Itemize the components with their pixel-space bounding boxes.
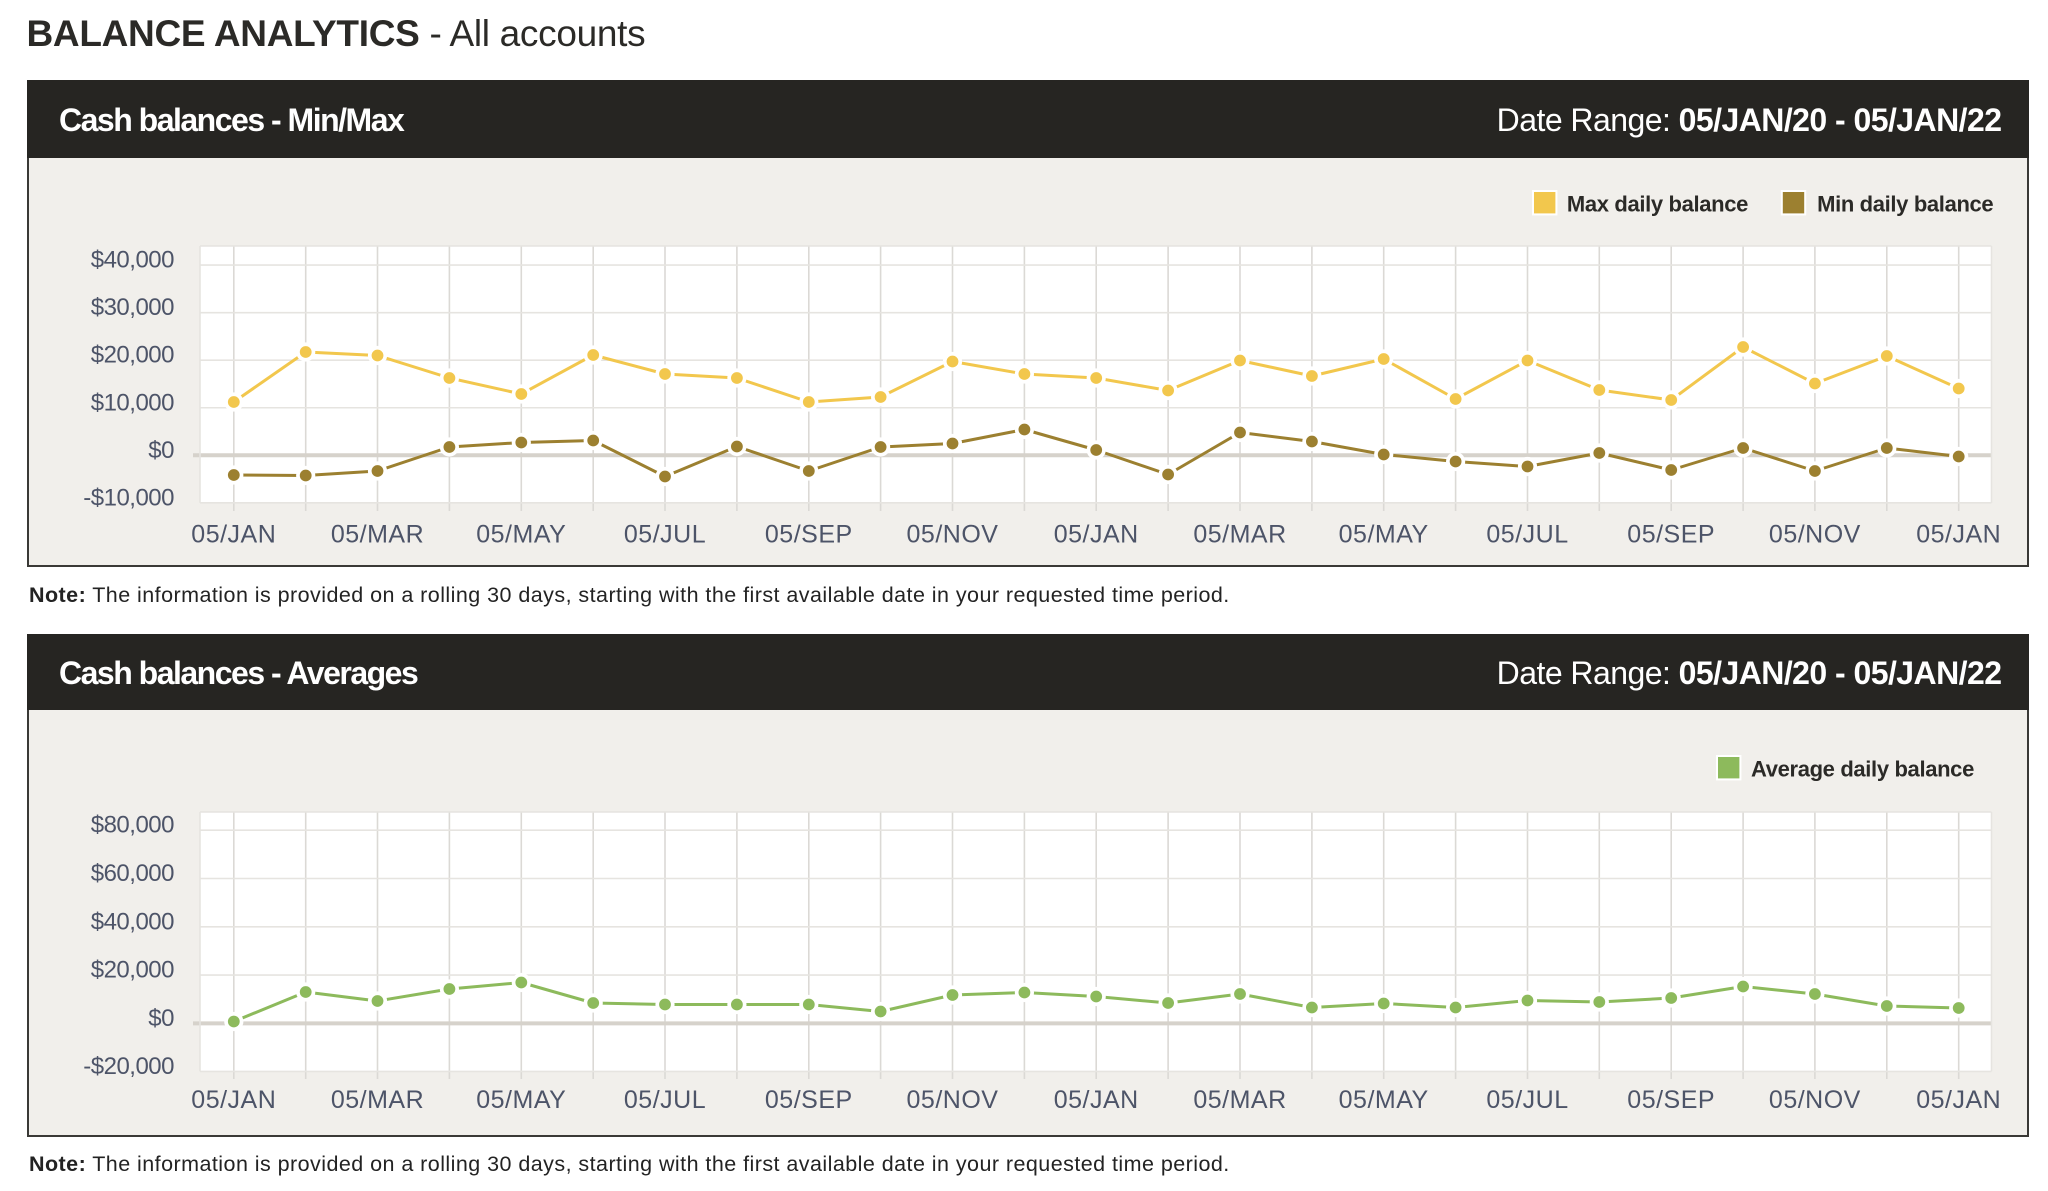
- svg-text:05/NOV: 05/NOV: [907, 521, 999, 549]
- svg-text:$10,000: $10,000: [91, 389, 174, 416]
- svg-text:$20,000: $20,000: [91, 957, 174, 984]
- svg-text:05/MAR: 05/MAR: [331, 1086, 424, 1114]
- svg-text:05/SEP: 05/SEP: [1627, 521, 1715, 549]
- svg-text:05/SEP: 05/SEP: [765, 1086, 853, 1114]
- svg-text:Max daily balance: Max daily balance: [1567, 192, 1748, 217]
- svg-text:05/NOV: 05/NOV: [907, 1086, 999, 1114]
- svg-text:$20,000: $20,000: [91, 342, 174, 369]
- svg-text:-$10,000: -$10,000: [83, 484, 174, 511]
- svg-text:05/MAR: 05/MAR: [331, 521, 424, 549]
- svg-text:05/JAN: 05/JAN: [1054, 1086, 1139, 1114]
- svg-text:05/NOV: 05/NOV: [1769, 1086, 1861, 1114]
- svg-text:05/JAN: 05/JAN: [191, 521, 276, 549]
- svg-text:$80,000: $80,000: [91, 812, 174, 839]
- svg-text:05/JUL: 05/JUL: [624, 521, 706, 549]
- svg-text:-$20,000: -$20,000: [83, 1053, 174, 1080]
- svg-text:05/JAN: 05/JAN: [1916, 1086, 2001, 1114]
- svg-text:$0: $0: [148, 437, 174, 464]
- svg-text:05/JAN: 05/JAN: [191, 1086, 276, 1114]
- svg-text:05/JUL: 05/JUL: [1486, 521, 1568, 549]
- svg-text:05/JAN: 05/JAN: [1916, 521, 2001, 549]
- svg-text:05/SEP: 05/SEP: [765, 521, 853, 549]
- svg-text:05/SEP: 05/SEP: [1627, 1086, 1715, 1114]
- svg-text:Min daily balance: Min daily balance: [1817, 192, 1993, 217]
- svg-text:05/JUL: 05/JUL: [624, 1086, 706, 1114]
- svg-text:05/JAN: 05/JAN: [1054, 521, 1139, 549]
- svg-text:$40,000: $40,000: [91, 247, 174, 274]
- svg-text:05/NOV: 05/NOV: [1769, 521, 1861, 549]
- svg-text:05/MAY: 05/MAY: [476, 521, 566, 549]
- svg-text:$40,000: $40,000: [91, 908, 174, 935]
- svg-text:Average daily balance: Average daily balance: [1751, 757, 1974, 782]
- svg-text:$30,000: $30,000: [91, 294, 174, 321]
- svg-text:05/JUL: 05/JUL: [1486, 1086, 1568, 1114]
- svg-text:05/MAY: 05/MAY: [1339, 521, 1429, 549]
- svg-text:05/MAY: 05/MAY: [476, 1086, 566, 1114]
- svg-text:05/MAY: 05/MAY: [1339, 1086, 1429, 1114]
- svg-text:$0: $0: [148, 1005, 174, 1032]
- svg-text:$60,000: $60,000: [91, 860, 174, 887]
- svg-text:05/MAR: 05/MAR: [1193, 521, 1286, 549]
- svg-text:05/MAR: 05/MAR: [1193, 1086, 1286, 1114]
